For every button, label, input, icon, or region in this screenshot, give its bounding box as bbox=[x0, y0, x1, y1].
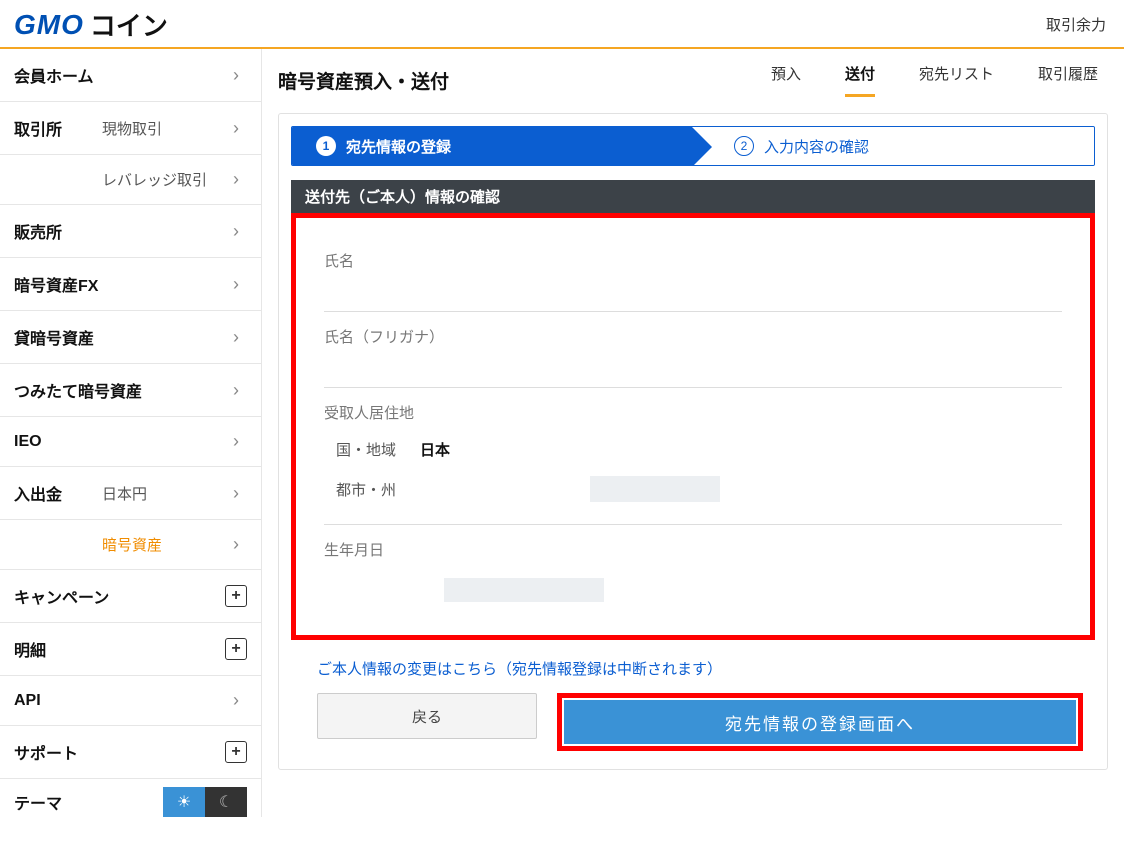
sidebar-item-deposit-crypto[interactable]: 暗号資産 › bbox=[0, 520, 261, 570]
sidebar-item-label: 暗号資産FX bbox=[14, 272, 102, 296]
sidebar-item-sublabel: 暗号資産 bbox=[102, 534, 225, 555]
sidebar-item-label: 貸暗号資産 bbox=[14, 325, 102, 349]
content-card: 1 宛先情報の登録 2 入力内容の確認 送付先（ご本人）情報の確認 氏名 氏名（… bbox=[278, 113, 1108, 770]
sidebar-item-label: サポート bbox=[14, 740, 78, 764]
city-value-masked bbox=[590, 476, 720, 502]
logo-coin: コイン bbox=[90, 6, 168, 43]
sidebar-item-sublabel: 日本円 bbox=[102, 483, 225, 504]
sidebar-item-lending[interactable]: 貸暗号資産 › bbox=[0, 311, 261, 364]
chevron-right-icon: › bbox=[225, 274, 247, 295]
sun-icon[interactable]: ☀ bbox=[163, 787, 205, 817]
country-value: 日本 bbox=[420, 439, 450, 460]
proceed-button[interactable]: 宛先情報の登録画面へ bbox=[564, 700, 1076, 744]
residence-label: 受取人居住地 bbox=[324, 402, 1062, 423]
sidebar-item-label: API bbox=[14, 692, 102, 710]
section-title: 送付先（ご本人）情報の確認 bbox=[291, 180, 1095, 213]
sidebar-item-statement[interactable]: 明細 + bbox=[0, 623, 261, 676]
sidebar-item-sales[interactable]: 販売所 › bbox=[0, 205, 261, 258]
plus-icon: + bbox=[225, 638, 247, 660]
sidebar-item-label: 会員ホーム bbox=[14, 63, 102, 87]
sidebar-item-support[interactable]: サポート + bbox=[0, 726, 261, 779]
top-header: GMO コイン 取引余力 bbox=[0, 0, 1124, 49]
chevron-right-icon: › bbox=[225, 65, 247, 86]
city-label: 都市・州 bbox=[336, 479, 396, 500]
birth-label: 生年月日 bbox=[324, 539, 1062, 560]
sidebar-item-deposit-jpy[interactable]: 入出金 日本円 › bbox=[0, 467, 261, 520]
theme-label: テーマ bbox=[14, 790, 62, 814]
chevron-right-icon: › bbox=[225, 327, 247, 348]
sidebar-theme-row: テーマ ☀ ☾ bbox=[0, 779, 261, 817]
chevron-right-icon: › bbox=[225, 169, 247, 190]
sidebar-item-label: キャンペーン bbox=[14, 584, 109, 608]
step-1: 1 宛先情報の登録 bbox=[292, 127, 692, 165]
sidebar-item-exchange-leverage[interactable]: レバレッジ取引 › bbox=[0, 155, 261, 205]
kana-label: 氏名（フリガナ） bbox=[324, 326, 1062, 347]
back-button[interactable]: 戻る bbox=[317, 693, 537, 739]
sidebar-item-api[interactable]: API › bbox=[0, 676, 261, 726]
chevron-right-icon: › bbox=[225, 534, 247, 555]
tab-deposit[interactable]: 預入 bbox=[771, 63, 801, 97]
chevron-right-icon: › bbox=[225, 431, 247, 452]
balance-label[interactable]: 取引余力 bbox=[1046, 14, 1106, 35]
tab-history[interactable]: 取引履歴 bbox=[1038, 63, 1098, 97]
sidebar-item-home[interactable]: 会員ホーム › bbox=[0, 49, 261, 102]
plus-icon: + bbox=[225, 585, 247, 607]
sidebar-item-accumulate[interactable]: つみたて暗号資産 › bbox=[0, 364, 261, 417]
sidebar-item-label: 販売所 bbox=[14, 219, 102, 243]
step-number-2: 2 bbox=[734, 136, 754, 156]
form-highlight: 氏名 氏名（フリガナ） 受取人居住地 国・地域 日本 都市・州 bbox=[291, 213, 1095, 640]
main-panel: 暗号資産預入・送付 預入 送付 宛先リスト 取引履歴 1 宛先情報の登録 2 bbox=[262, 49, 1124, 817]
tab-send[interactable]: 送付 bbox=[845, 63, 875, 97]
chevron-right-icon: › bbox=[225, 380, 247, 401]
step-number-1: 1 bbox=[316, 136, 336, 156]
chevron-right-icon: › bbox=[225, 118, 247, 139]
sidebar-item-label: IEO bbox=[14, 433, 102, 451]
sidebar-item-label: 取引所 bbox=[14, 116, 102, 140]
tab-address[interactable]: 宛先リスト bbox=[919, 63, 994, 97]
sidebar: 会員ホーム › 取引所 現物取引 › レバレッジ取引 › 販売所 › 暗号資産F… bbox=[0, 49, 262, 817]
sidebar-item-campaign[interactable]: キャンペーン + bbox=[0, 570, 261, 623]
sidebar-item-label: 明細 bbox=[14, 637, 46, 661]
field-birth: 生年月日 bbox=[324, 525, 1062, 605]
logo[interactable]: GMO コイン bbox=[14, 6, 168, 43]
field-residence: 受取人居住地 国・地域 日本 都市・州 bbox=[324, 388, 1062, 525]
sidebar-item-label: 入出金 bbox=[14, 481, 102, 505]
logo-gmo: GMO bbox=[14, 9, 84, 41]
field-name: 氏名 bbox=[324, 236, 1062, 312]
step-2: 2 入力内容の確認 bbox=[692, 127, 1094, 165]
main-header: 暗号資産預入・送付 預入 送付 宛先リスト 取引履歴 bbox=[262, 49, 1124, 107]
button-row: 戻る 宛先情報の登録画面へ bbox=[291, 693, 1095, 757]
stepper: 1 宛先情報の登録 2 入力内容の確認 bbox=[291, 126, 1095, 166]
sidebar-item-sublabel: 現物取引 bbox=[102, 118, 225, 139]
moon-icon[interactable]: ☾ bbox=[205, 787, 247, 817]
name-label: 氏名 bbox=[324, 250, 1062, 271]
sidebar-item-exchange-spot[interactable]: 取引所 現物取引 › bbox=[0, 102, 261, 155]
chevron-right-icon: › bbox=[225, 690, 247, 711]
step-2-label: 入力内容の確認 bbox=[764, 136, 869, 157]
step-1-label: 宛先情報の登録 bbox=[346, 136, 451, 157]
sidebar-item-label: つみたて暗号資産 bbox=[14, 378, 142, 402]
plus-icon: + bbox=[225, 741, 247, 763]
change-info-link[interactable]: ご本人情報の変更はこちら（宛先情報登録は中断されます） bbox=[291, 640, 1095, 693]
theme-toggle[interactable]: ☀ ☾ bbox=[163, 787, 247, 817]
sidebar-item-ieo[interactable]: IEO › bbox=[0, 417, 261, 467]
primary-button-highlight: 宛先情報の登録画面へ bbox=[557, 693, 1083, 751]
sidebar-item-sublabel: レバレッジ取引 bbox=[102, 169, 225, 190]
page-title: 暗号資産預入・送付 bbox=[278, 67, 449, 94]
sidebar-item-fx[interactable]: 暗号資産FX › bbox=[0, 258, 261, 311]
field-kana: 氏名（フリガナ） bbox=[324, 312, 1062, 388]
birth-value-masked bbox=[444, 578, 604, 602]
chevron-right-icon: › bbox=[225, 483, 247, 504]
tabs: 預入 送付 宛先リスト 取引履歴 bbox=[771, 63, 1098, 97]
chevron-right-icon: › bbox=[225, 221, 247, 242]
country-label: 国・地域 bbox=[336, 439, 396, 460]
